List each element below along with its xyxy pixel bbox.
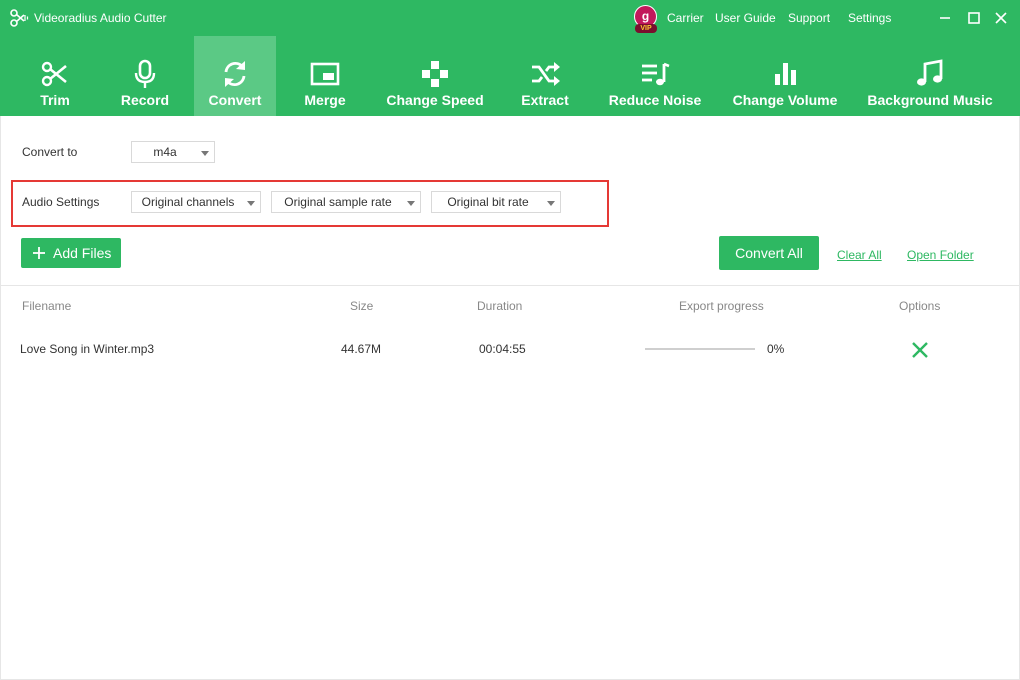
row-progress-text: 0% <box>767 342 785 356</box>
format-value: m4a <box>153 145 177 159</box>
merge-icon <box>310 62 340 86</box>
bar-chart-icon <box>775 63 796 85</box>
tool-label: Extract <box>521 92 569 108</box>
bit-rate-value: Original bit rate <box>447 195 529 209</box>
tool-record[interactable]: Record <box>104 36 186 116</box>
carrier-link[interactable]: Carrier <box>667 10 704 26</box>
convert-all-button[interactable]: Convert All <box>719 236 819 270</box>
add-files-label: Add Files <box>53 245 112 261</box>
row-filename: Love Song in Winter.mp3 <box>20 342 155 356</box>
row-duration: 00:04:55 <box>479 342 526 356</box>
tool-label: Background Music <box>867 92 993 108</box>
clear-all-link[interactable]: Clear All <box>837 248 882 262</box>
convert-to-label: Convert to <box>22 145 78 159</box>
tool-label: Record <box>120 92 170 108</box>
main-toolbar: Trim Record Convert Merge Change Speed E… <box>0 36 1020 116</box>
export-progress-bar <box>645 348 755 350</box>
plus-icon <box>33 247 45 259</box>
chevron-down-icon <box>201 151 209 156</box>
open-folder-link[interactable]: Open Folder <box>907 248 974 262</box>
title-bar: Videoradius Audio Cutter g VIP Carrier U… <box>0 0 1020 36</box>
bit-rate-select[interactable]: Original bit rate <box>431 191 561 213</box>
user-guide-link[interactable]: User Guide <box>715 10 776 26</box>
add-files-button[interactable]: Add Files <box>21 238 121 268</box>
remove-icon[interactable] <box>910 340 930 360</box>
channels-value: Original channels <box>141 195 235 209</box>
vip-badge: VIP <box>635 24 657 33</box>
tool-trim[interactable]: Trim <box>14 36 96 116</box>
shuffle-icon <box>532 62 560 86</box>
chevron-down-icon <box>407 201 415 206</box>
music-note-icon <box>917 59 943 86</box>
audio-settings-label: Audio Settings <box>22 195 100 209</box>
sample-rate-select[interactable]: Original sample rate <box>271 191 421 213</box>
window-border-left <box>0 116 1 680</box>
tool-label: Trim <box>40 92 70 108</box>
tool-label: Merge <box>304 92 346 108</box>
music-list-icon <box>642 62 670 86</box>
scissors-icon <box>41 61 67 87</box>
chevron-down-icon <box>247 201 255 206</box>
header-filename: Filename <box>22 299 72 313</box>
vip-avatar[interactable]: g VIP <box>633 5 659 33</box>
app-logo-icon <box>10 9 29 27</box>
header-duration: Duration <box>477 299 523 313</box>
tool-extract[interactable]: Extract <box>505 36 585 116</box>
header-options: Options <box>899 299 941 313</box>
header-size: Size <box>350 299 374 313</box>
format-select[interactable]: m4a <box>131 141 215 163</box>
microphone-icon <box>134 59 156 88</box>
tool-background-music[interactable]: Background Music <box>858 36 1002 116</box>
settings-link[interactable]: Settings <box>848 10 891 26</box>
tool-merge[interactable]: Merge <box>284 36 366 116</box>
tool-label: Convert <box>208 92 262 108</box>
support-link[interactable]: Support <box>788 10 830 26</box>
tool-label: Change Speed <box>386 92 484 108</box>
tool-reduce-noise[interactable]: Reduce Noise <box>600 36 710 116</box>
tool-label: Reduce Noise <box>608 92 702 108</box>
convert-arrows-icon <box>224 61 246 87</box>
close-icon[interactable] <box>992 9 1010 27</box>
maximize-icon[interactable] <box>965 9 983 27</box>
tool-change-volume[interactable]: Change Volume <box>725 36 845 116</box>
convert-all-label: Convert All <box>735 245 803 261</box>
gamepad-icon <box>422 61 448 87</box>
sample-rate-value: Original sample rate <box>284 195 392 209</box>
minimize-icon[interactable] <box>936 9 954 27</box>
tool-label: Change Volume <box>732 92 838 108</box>
header-export-progress: Export progress <box>679 299 764 313</box>
tool-change-speed[interactable]: Change Speed <box>380 36 490 116</box>
channels-select[interactable]: Original channels <box>131 191 261 213</box>
row-size: 44.67M <box>341 342 382 356</box>
divider <box>0 285 1020 286</box>
tool-convert[interactable]: Convert <box>194 36 276 116</box>
chevron-down-icon <box>547 201 555 206</box>
app-title: Videoradius Audio Cutter <box>34 11 167 25</box>
